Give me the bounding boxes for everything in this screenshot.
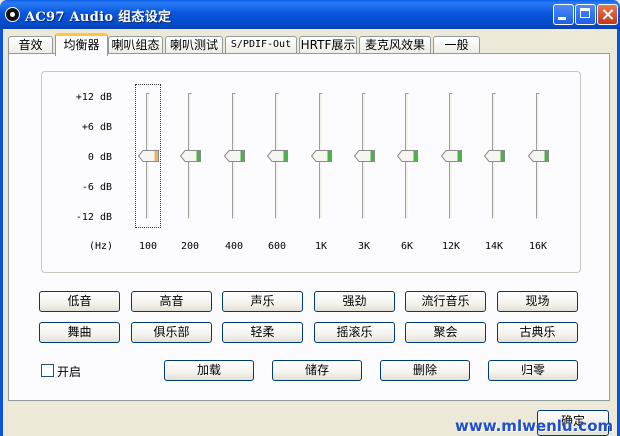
tab-general[interactable]: 一般: [433, 36, 480, 54]
db-label-plus6: +6 dB: [81, 122, 112, 133]
db-label-zero: 0 dB: [87, 152, 112, 163]
eq-slider-thumb-12K[interactable]: [441, 150, 462, 162]
maximize-button[interactable]: [575, 4, 596, 25]
hz-unit-label: (Hz): [89, 241, 114, 252]
tab-hrtf-demo[interactable]: HRTF展示: [299, 36, 357, 54]
window-title: AC97 Audio 组态设定: [25, 10, 172, 25]
preset-classical-button[interactable]: 古典乐: [497, 322, 578, 343]
freq-label-200: 200: [180, 241, 200, 252]
reset-button[interactable]: 归零: [488, 360, 578, 381]
speaker-icon: [5, 7, 20, 22]
tab-spdif-out[interactable]: S/PDIF-Out: [225, 36, 297, 54]
freq-label-600: 600: [267, 241, 287, 252]
eq-slider-thumb-400[interactable]: [224, 150, 245, 162]
eq-slider-thumb-6K[interactable]: [397, 150, 418, 162]
freq-label-400: 400: [224, 241, 244, 252]
eq-slider-thumb-1K[interactable]: [311, 150, 332, 162]
watermark: www.mlwenlu.com: [455, 417, 614, 435]
freq-label-12K: 12K: [441, 241, 461, 252]
db-label-plus12: +12 dB: [75, 92, 112, 103]
tab-speaker-config[interactable]: 喇叭组态: [108, 36, 163, 54]
close-button[interactable]: [597, 4, 618, 25]
preset-rock-button[interactable]: 摇滚乐: [314, 322, 395, 343]
preset-powerful-button[interactable]: 强劲: [314, 291, 395, 312]
freq-label-16K: 16K: [528, 241, 548, 252]
preset-dance-button[interactable]: 舞曲: [39, 322, 120, 343]
save-button[interactable]: 储存: [272, 360, 362, 381]
tab-sound-effects[interactable]: 音效: [8, 36, 53, 54]
preset-vocal-button[interactable]: 声乐: [222, 291, 303, 312]
freq-label-6K: 6K: [400, 241, 414, 252]
eq-slider-thumb-600[interactable]: [267, 150, 288, 162]
preset-party-button[interactable]: 聚会: [405, 322, 486, 343]
load-button[interactable]: 加载: [164, 360, 254, 381]
preset-live-button[interactable]: 现场: [497, 291, 578, 312]
enable-checkbox[interactable]: [41, 364, 54, 377]
eq-slider-thumb-16K[interactable]: [528, 150, 549, 162]
freq-label-14K: 14K: [484, 241, 504, 252]
freq-label-1K: 1K: [314, 241, 328, 252]
eq-slider-thumb-200[interactable]: [180, 150, 201, 162]
window-border-left: [0, 29, 3, 436]
tab-equalizer[interactable]: 均衡器: [55, 33, 108, 56]
delete-button[interactable]: 删除: [380, 360, 470, 381]
preset-bass-button[interactable]: 低音: [39, 291, 120, 312]
tab-microphone-effects[interactable]: 麦克风效果: [359, 36, 431, 54]
preset-pop-button[interactable]: 流行音乐: [405, 291, 486, 312]
db-label-minus12: -12 dB: [75, 212, 112, 223]
tab-speaker-test[interactable]: 喇叭测试: [165, 36, 223, 54]
eq-slider-thumb-14K[interactable]: [484, 150, 505, 162]
minimize-button[interactable]: [553, 4, 574, 25]
eq-slider-thumb-3K[interactable]: [354, 150, 375, 162]
enable-label[interactable]: 开启: [57, 363, 81, 380]
title-bar: AC97 Audio 组态设定: [0, 0, 620, 29]
preset-club-button[interactable]: 俱乐部: [131, 322, 212, 343]
preset-treble-button[interactable]: 高音: [131, 291, 212, 312]
freq-label-3K: 3K: [357, 241, 371, 252]
freq-label-100: 100: [138, 241, 158, 252]
preset-soft-button[interactable]: 轻柔: [222, 322, 303, 343]
db-label-minus6: -6 dB: [81, 182, 112, 193]
eq-slider-thumb-100[interactable]: [138, 150, 159, 162]
